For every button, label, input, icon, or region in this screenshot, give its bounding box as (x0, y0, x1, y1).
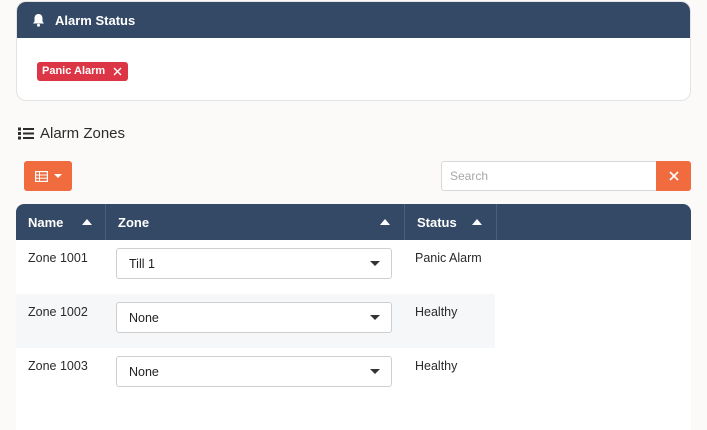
alarm-status-title: Alarm Status (55, 12, 136, 28)
alarm-zones-title: Alarm Zones (40, 125, 126, 142)
alarm-zones-table: Name Zone Status Zone 1001 Till 1 Panic … (16, 204, 691, 430)
column-label: Status (417, 214, 457, 230)
list-icon (18, 127, 34, 140)
close-icon (668, 171, 679, 181)
alarm-zones-heading: Alarm Zones (18, 125, 125, 142)
zone-select-value: None (129, 364, 159, 379)
table-icon (34, 170, 48, 182)
chevron-down-icon (53, 174, 62, 178)
zone-name-cell: Zone 1002 (28, 305, 88, 319)
column-header-status[interactable]: Status (405, 204, 497, 240)
zone-cell: Till 1 (106, 240, 405, 294)
chevron-down-icon (370, 315, 380, 320)
chevron-down-icon (370, 369, 380, 374)
sort-asc-icon (472, 219, 482, 225)
status-cell: Panic Alarm (415, 251, 482, 265)
chevron-down-icon (370, 261, 380, 266)
search-input[interactable] (441, 161, 656, 191)
zone-cell: None (106, 294, 405, 348)
remove-tag-icon[interactable] (113, 67, 122, 76)
zone-name-cell: Zone 1003 (28, 359, 88, 373)
table-row: Zone 1002 None Healthy (16, 294, 495, 348)
table-header: Name Zone Status (16, 204, 691, 240)
panic-alarm-tag: Panic Alarm (37, 61, 129, 81)
alarm-status-card: Alarm Status Panic Alarm (16, 1, 691, 101)
column-label: Name (28, 214, 64, 230)
bell-icon (33, 14, 44, 27)
alarm-status-header: Alarm Status (17, 2, 690, 38)
zone-cell: None (106, 348, 405, 402)
table-row: Zone 1001 Till 1 Panic Alarm (16, 240, 495, 294)
zone-select[interactable]: None (116, 356, 392, 387)
zone-select-value: None (129, 310, 159, 325)
column-toggle-button[interactable] (24, 161, 72, 191)
zone-select[interactable]: Till 1 (116, 248, 392, 279)
column-header-zone[interactable]: Zone (106, 204, 405, 240)
zone-select-value: Till 1 (129, 256, 155, 271)
column-header-name[interactable]: Name (16, 204, 106, 240)
sort-asc-icon (380, 219, 390, 225)
status-cell: Healthy (415, 359, 458, 373)
clear-search-button[interactable] (656, 161, 691, 191)
zone-name-cell: Zone 1001 (28, 251, 88, 265)
column-label: Zone (118, 214, 150, 230)
zone-select[interactable]: None (116, 302, 392, 333)
tag-label: Panic Alarm (42, 65, 106, 77)
status-cell: Healthy (415, 305, 458, 319)
alarm-status-body: Panic Alarm (17, 38, 690, 81)
sort-asc-icon (82, 219, 92, 225)
table-row: Zone 1003 None Healthy (16, 348, 495, 402)
